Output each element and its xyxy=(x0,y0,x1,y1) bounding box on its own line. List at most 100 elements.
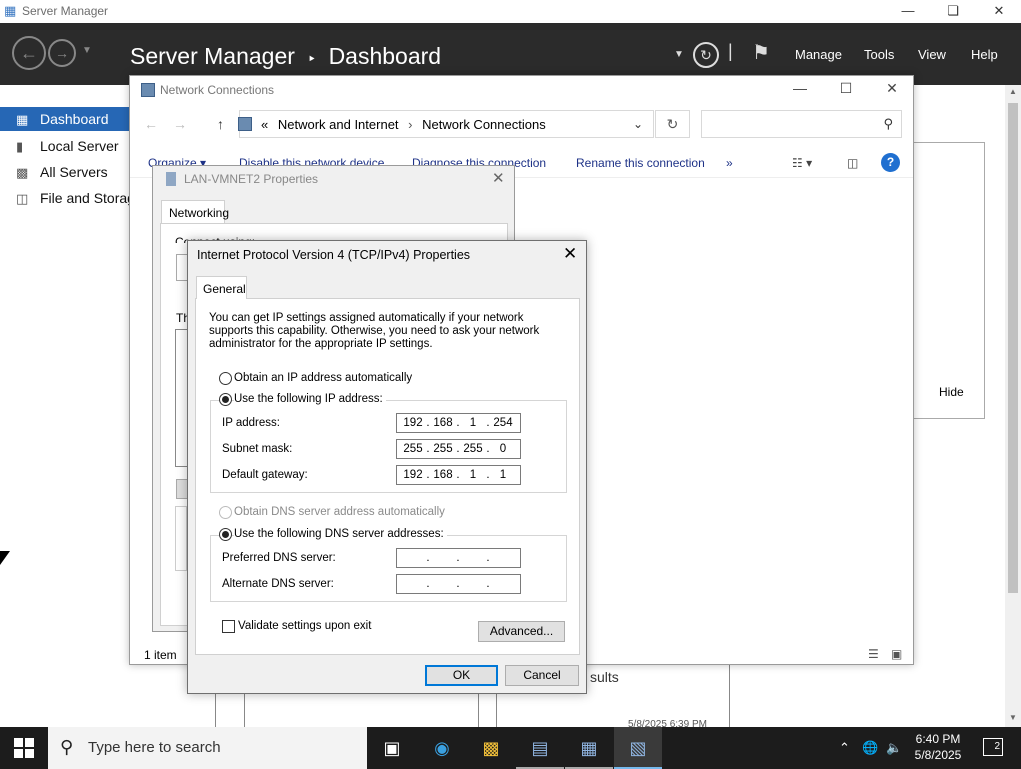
show-hidden-icons-icon[interactable]: ⌃ xyxy=(839,740,850,756)
task-view-icon[interactable]: ▣ xyxy=(368,727,416,769)
tab-general[interactable]: General xyxy=(196,276,247,299)
intro-text: You can get IP settings assigned automat… xyxy=(209,312,540,350)
server-icon: ▮ xyxy=(16,139,24,154)
file-explorer-icon[interactable]: ▩ xyxy=(467,727,515,769)
dns-manual-radio[interactable] xyxy=(219,528,232,541)
default-gateway-field[interactable]: 192. 168. 1. 1 xyxy=(396,465,521,485)
scrollbar-thumb[interactable] xyxy=(1008,103,1018,593)
sidebar-item-label: Dashboard xyxy=(40,111,109,127)
more-commands-button[interactable]: » xyxy=(726,156,733,170)
sidebar-item-local-server[interactable]: ▮ Local Server xyxy=(0,134,140,158)
taskbar-search-input[interactable]: ⚲ Type here to search xyxy=(48,727,367,769)
edge-icon[interactable]: ◉ xyxy=(418,727,466,769)
breadcrumb-separator-icon: ‣ xyxy=(307,51,317,68)
restore-button[interactable]: ❏ xyxy=(938,2,968,20)
nc-back-icon[interactable]: ← xyxy=(144,116,158,132)
tab-networking[interactable]: Networking xyxy=(161,200,229,224)
ipv4-close-button[interactable]: ✕ xyxy=(563,244,577,264)
forward-button[interactable]: → xyxy=(48,39,76,67)
clock[interactable]: 6:40 PM 5/8/2025 xyxy=(905,731,971,763)
address-bar[interactable]: « Network and Internet › Network Connect… xyxy=(238,110,654,138)
validate-label[interactable]: Validate settings upon exit xyxy=(238,620,371,632)
close-button[interactable]: ✕ xyxy=(984,2,1014,20)
rename-connection-button[interactable]: Rename this connection xyxy=(576,156,705,170)
ip-address-label: IP address: xyxy=(222,417,280,429)
separator: | xyxy=(728,41,733,61)
ip-manual-radio[interactable] xyxy=(219,393,232,406)
cancel-button[interactable]: Cancel xyxy=(505,665,579,686)
ok-button[interactable]: OK xyxy=(425,665,498,686)
change-view-icon[interactable]: ☷ ▾ xyxy=(792,156,812,170)
menu-help[interactable]: Help xyxy=(971,47,998,62)
refresh-dropdown-icon[interactable]: ▼ xyxy=(674,49,684,60)
dashboard-scrollbar[interactable]: ▲ ▼ xyxy=(1005,85,1021,727)
window-title: Server Manager xyxy=(22,4,109,18)
scroll-down-icon[interactable]: ▼ xyxy=(1009,713,1017,722)
dns-manual-label[interactable]: Use the following DNS server addresses: xyxy=(234,528,447,540)
volume-muted-icon[interactable]: 🔈 xyxy=(886,740,902,756)
dns-auto-radio[interactable] xyxy=(219,506,232,519)
history-dropdown-icon[interactable]: ▼ xyxy=(82,45,92,56)
alternate-dns-label: Alternate DNS server: xyxy=(222,578,334,590)
ip-manual-label[interactable]: Use the following IP address: xyxy=(234,393,386,405)
ip-address-field[interactable]: 192. 168. 1. 254 xyxy=(396,413,521,433)
nc-up-icon[interactable]: ↑ xyxy=(217,116,224,132)
sidebar-item-label: All Servers xyxy=(40,164,108,180)
nc-maximize-button[interactable]: ☐ xyxy=(833,80,859,100)
clock-date: 5/8/2025 xyxy=(914,748,962,762)
menu-manage[interactable]: Manage xyxy=(795,47,842,62)
search-icon: ⚲ xyxy=(883,116,893,131)
ip-auto-radio[interactable] xyxy=(219,372,232,385)
subnet-mask-label: Subnet mask: xyxy=(222,443,293,455)
ip-auto-label[interactable]: Obtain an IP address automatically xyxy=(234,372,412,384)
mouse-cursor-icon xyxy=(0,551,10,565)
notification-center-button[interactable]: 2 xyxy=(983,738,1003,756)
network-icon[interactable]: ▦ xyxy=(565,727,613,769)
advanced-button[interactable]: Advanced... xyxy=(478,621,565,642)
sidebar-item-label: File and Storag xyxy=(40,190,135,206)
hide-link[interactable]: Hide xyxy=(939,385,964,399)
subnet-mask-field[interactable]: 255. 255. 255. 0 xyxy=(396,439,521,459)
background-results-text: sults xyxy=(590,669,619,685)
minimize-button[interactable]: — xyxy=(893,2,923,20)
nc-minimize-button[interactable]: — xyxy=(787,80,813,100)
alternate-dns-field[interactable]: . . . xyxy=(396,574,521,594)
welcome-tile: Hide xyxy=(913,142,985,419)
preferred-dns-field[interactable]: . . . xyxy=(396,548,521,568)
nc-refresh-button[interactable]: ↻ xyxy=(655,110,690,138)
windows-start-button[interactable] xyxy=(14,738,34,758)
details-view-icon[interactable]: ☰ xyxy=(868,647,879,661)
sidebar-item-all-servers[interactable]: ▩ All Servers xyxy=(0,160,140,184)
network-connections-icon xyxy=(141,83,155,97)
nc-close-button[interactable]: ✕ xyxy=(879,80,905,100)
address-overflow[interactable]: « xyxy=(261,117,268,132)
dashboard-icon: ▦ xyxy=(16,112,29,127)
lan-close-button[interactable]: ✕ xyxy=(492,169,505,187)
nc-forward-icon[interactable]: → xyxy=(173,116,187,132)
control-panel-icon[interactable]: ▧ xyxy=(614,727,662,769)
network-connections-title: Network Connections xyxy=(160,83,275,97)
address-crumb-network-connections[interactable]: Network Connections xyxy=(422,117,546,132)
refresh-icon[interactable]: ↻ xyxy=(693,42,719,68)
preview-pane-icon[interactable]: ◫ xyxy=(847,156,858,170)
network-adapter-icon xyxy=(166,172,176,186)
dns-auto-label[interactable]: Obtain DNS server address automatically xyxy=(234,506,445,518)
scroll-up-icon[interactable]: ▲ xyxy=(1009,87,1017,96)
menu-view[interactable]: View xyxy=(918,47,946,62)
sidebar-item-file-storage[interactable]: ◫ File and Storag xyxy=(0,186,140,210)
breadcrumb-page: Dashboard xyxy=(328,43,442,69)
control-panel-icon xyxy=(238,117,252,131)
server-manager-icon[interactable]: ▤ xyxy=(516,727,564,769)
default-gateway-label: Default gateway: xyxy=(222,469,308,481)
back-button[interactable]: ← xyxy=(12,36,46,70)
help-icon[interactable]: ? xyxy=(881,153,900,172)
large-icons-view-icon[interactable]: ▣ xyxy=(891,647,902,661)
chevron-down-icon[interactable]: ⌄ xyxy=(633,117,643,131)
notifications-flag-icon[interactable]: ⚑ xyxy=(752,40,770,65)
nc-search-input[interactable]: ⚲ xyxy=(701,110,902,138)
address-crumb-network-internet[interactable]: Network and Internet xyxy=(278,117,399,132)
sidebar-item-dashboard[interactable]: ▦ Dashboard xyxy=(0,107,140,131)
validate-checkbox[interactable] xyxy=(222,620,235,633)
menu-tools[interactable]: Tools xyxy=(864,47,894,62)
globe-network-icon[interactable]: 🌐 xyxy=(862,740,878,756)
